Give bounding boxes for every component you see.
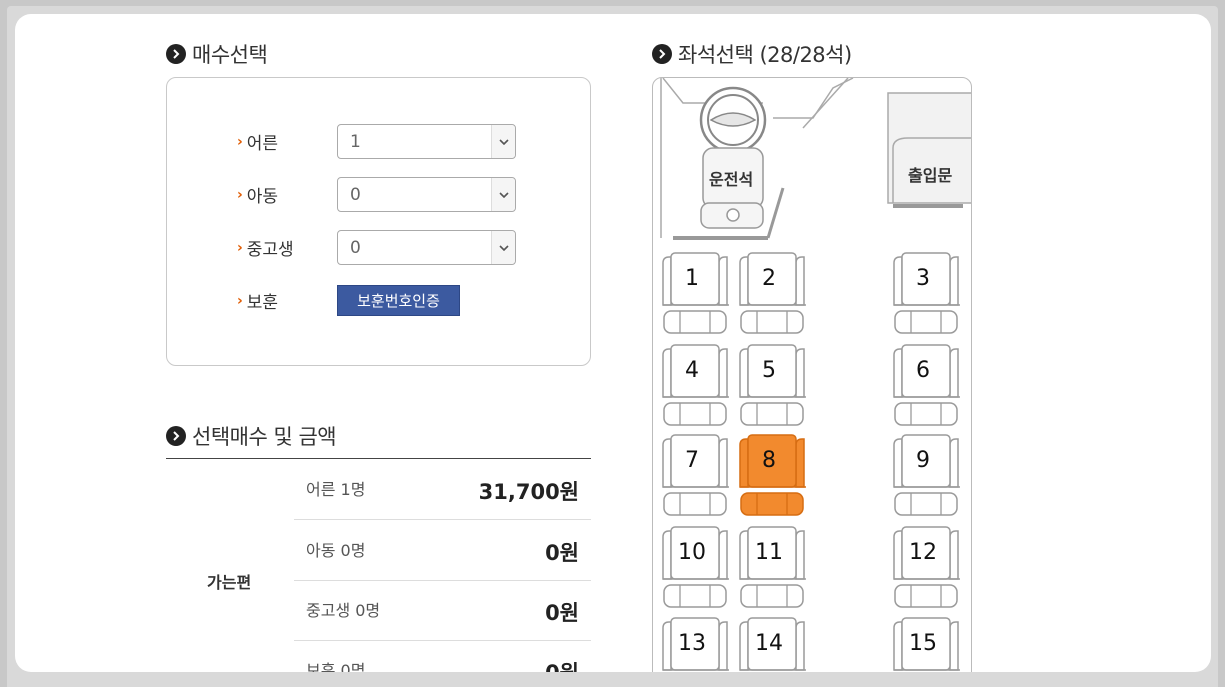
summary-row-amount: 31,700원 [478, 480, 579, 504]
seat-14[interactable]: 14 [735, 616, 811, 672]
arrow-icon: › [237, 186, 243, 203]
summary-row-veteran: 보훈 0명 0원 [294, 640, 591, 672]
chevron-down-icon [491, 231, 515, 264]
veteran-verify-button[interactable]: 보훈번호인증 [337, 285, 460, 316]
summary-row-label: 중고생 0명 [306, 601, 381, 620]
seat-1[interactable]: 1 [658, 251, 734, 337]
summary-row-amount: 0원 [545, 601, 579, 625]
ticket-row-student: › 중고생 0 [237, 230, 516, 265]
seat-13[interactable]: 13 [658, 616, 734, 672]
seat-number: 12 [909, 540, 937, 565]
booking-panel: 매수선택 › 어른 1 › 아동 0 › 중고생 0 › 보훈 보훈번호인증 선… [15, 14, 1211, 672]
arrow-icon: › [237, 292, 243, 309]
child-label: › 아동 [237, 186, 279, 208]
seat-number: 11 [755, 540, 783, 565]
adult-label: › 어른 [237, 133, 279, 155]
seat-8[interactable]: 8 [735, 433, 811, 519]
seat-shape [893, 252, 960, 334]
seat-shape [739, 526, 806, 608]
student-label: › 중고생 [237, 239, 294, 261]
seat-number: 5 [762, 358, 776, 383]
seat-section-label: 좌석선택 (28/28석) [678, 43, 852, 67]
seat-number: 1 [685, 266, 699, 291]
seat-number: 13 [678, 631, 706, 656]
chevron-right-icon [166, 44, 186, 64]
summary-section-label: 선택매수 및 금액 [192, 425, 337, 449]
ticket-row-adult: › 어른 1 [237, 124, 516, 159]
summary-row-label: 아동 0명 [306, 541, 366, 560]
seat-number: 15 [909, 631, 937, 656]
seat-shape [662, 434, 729, 516]
summary-row-amount: 0원 [545, 541, 579, 565]
seat-number: 7 [685, 448, 699, 473]
seat-15[interactable]: 15 [889, 616, 965, 672]
ticket-row-veteran: › 보훈 보훈번호인증 [237, 285, 460, 316]
seat-shape [893, 526, 960, 608]
trip-direction-label: 가는편 [207, 573, 252, 592]
seat-10[interactable]: 10 [658, 525, 734, 611]
seat-number: 9 [916, 448, 930, 473]
seat-4[interactable]: 4 [658, 343, 734, 429]
seat-number: 3 [916, 266, 930, 291]
veteran-label: › 보훈 [237, 292, 279, 314]
summary-row-adult: 어른 1명 31,700원 [294, 459, 591, 520]
seat-6[interactable]: 6 [889, 343, 965, 429]
chevron-down-icon [491, 125, 515, 158]
summary-row-child: 아동 0명 0원 [294, 520, 591, 581]
seat-number: 14 [755, 631, 783, 656]
arrow-icon: › [237, 239, 243, 256]
bus-seat-map: 운전석 출입문 1 2 3 4 5 6 7 8 9 10 11 12 13 14 15 [652, 77, 972, 672]
arrow-icon: › [237, 133, 243, 150]
summary-row-student: 중고생 0명 0원 [294, 580, 591, 641]
child-count-select[interactable]: 0 [337, 177, 516, 212]
door-label: 출입문 [908, 166, 953, 185]
seat-shape [893, 344, 960, 426]
ticket-row-child: › 아동 0 [237, 177, 516, 212]
adult-count-select[interactable]: 1 [337, 124, 516, 159]
seat-shape [739, 344, 806, 426]
summary-section-title: 선택매수 및 금액 [166, 421, 337, 451]
seat-number: 6 [916, 358, 930, 383]
seat-2[interactable]: 2 [735, 251, 811, 337]
seat-shape [739, 252, 806, 334]
chevron-right-icon [166, 426, 186, 446]
chevron-right-icon [652, 44, 672, 64]
seat-9[interactable]: 9 [889, 433, 965, 519]
chevron-down-icon [491, 178, 515, 211]
seat-number: 2 [762, 266, 776, 291]
seat-number: 4 [685, 358, 699, 383]
summary-row-amount: 0원 [545, 657, 579, 672]
ticket-section-label: 매수선택 [192, 43, 268, 67]
seat-shape [662, 252, 729, 334]
summary-row-label: 어른 1명 [306, 480, 366, 499]
seat-shape [662, 344, 729, 426]
student-count-select[interactable]: 0 [337, 230, 516, 265]
seat-shape [739, 434, 806, 516]
ticket-section-title: 매수선택 [166, 39, 268, 69]
seat-5[interactable]: 5 [735, 343, 811, 429]
summary-row-label: 보훈 0명 [306, 661, 366, 672]
seat-shape [662, 526, 729, 608]
seat-number: 8 [762, 448, 776, 473]
seat-3[interactable]: 3 [889, 251, 965, 337]
seat-12[interactable]: 12 [889, 525, 965, 611]
seat-shape [893, 434, 960, 516]
ticket-count-box: › 어른 1 › 아동 0 › 중고생 0 › 보훈 보훈번호인증 [166, 77, 591, 366]
seat-section-title: 좌석선택 (28/28석) [652, 39, 852, 69]
driver-seat-label: 운전석 [709, 170, 754, 189]
seat-11[interactable]: 11 [735, 525, 811, 611]
seat-7[interactable]: 7 [658, 433, 734, 519]
seat-number: 10 [678, 540, 706, 565]
